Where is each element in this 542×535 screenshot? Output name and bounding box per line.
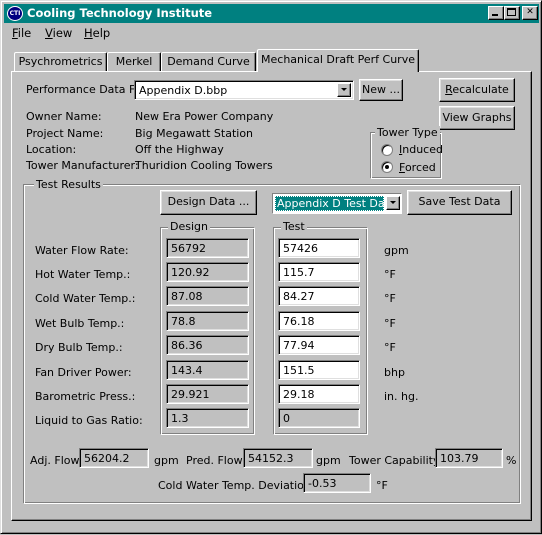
test-data-select-value: Appendix D Test Data [275, 196, 384, 211]
hot-water-temp-label: Hot Water Temp.: [35, 268, 131, 281]
save-test-data-button[interactable]: Save Test Data [407, 190, 512, 215]
radio-induced[interactable] [381, 144, 393, 156]
test-barometric-press-input[interactable]: 29.18 [278, 384, 360, 404]
pred-flow-unit: gpm [316, 454, 341, 467]
adj-flow-label: Adj. Flow: [30, 454, 83, 467]
barometric-press-label: Barometric Press.: [35, 390, 136, 403]
app-window: CTI Cooling Technology Institute ✕ File … [0, 0, 542, 534]
tower-capability-value: 103.79 [435, 448, 503, 468]
design-fan-driver-power: 143.4 [166, 360, 249, 380]
perf-file-label: Performance Data File: [26, 83, 152, 96]
design-wet-bulb-temp: 78.8 [166, 311, 249, 331]
dry-bulb-temp-label: Dry Bulb Temp.: [35, 341, 123, 354]
design-barometric-press: 29.921 [166, 384, 249, 404]
perf-file-value: Appendix D.bbp [139, 84, 228, 97]
pred-flow-value: 54152.3 [243, 448, 313, 468]
chevron-down-icon[interactable] [337, 83, 351, 97]
dry-bulb-temp-unit: °F [384, 341, 396, 354]
tower-type-title: Tower Type [375, 126, 440, 139]
cold-water-temp-deviation-unit: °F [376, 479, 388, 492]
adj-flow-unit: gpm [154, 454, 179, 467]
test-dry-bulb-temp-input[interactable]: 77.94 [278, 335, 360, 355]
wet-bulb-temp-label: Wet Bulb Temp.: [35, 317, 125, 330]
design-water-flow-rate: 56792 [166, 238, 249, 258]
design-group-title: Design [168, 220, 210, 233]
owner-name-value: New Era Power Company [135, 110, 274, 123]
cold-water-temp-deviation-label: Cold Water Temp. Deviation: [158, 479, 315, 492]
design-hot-water-temp: 120.92 [166, 262, 249, 282]
recalculate-button[interactable]: Recalculate [439, 78, 515, 102]
location-label: Location: [26, 143, 77, 156]
project-name-label: Project Name: [26, 127, 104, 140]
test-group-title: Test [281, 220, 307, 233]
new-button[interactable]: New ... [359, 79, 403, 101]
test-data-select[interactable]: Appendix D Test Data [272, 193, 402, 214]
view-graphs-button[interactable]: View Graphs [439, 106, 515, 130]
radio-forced-label: Forced [399, 161, 436, 174]
test-results-title: Test Results [34, 178, 103, 191]
cold-water-temp-unit: °F [384, 292, 396, 305]
test-fan-driver-power-input[interactable]: 151.5 [278, 360, 360, 380]
design-data-button[interactable]: Design Data ... [160, 190, 257, 215]
barometric-press-unit: in. hg. [384, 390, 419, 403]
wet-bulb-temp-unit: °F [384, 317, 396, 330]
tower-capability-unit: % [506, 454, 517, 467]
design-cold-water-temp: 87.08 [166, 286, 249, 306]
water-flow-rate-unit: gpm [384, 244, 409, 257]
cold-water-temp-label: Cold Water Temp.: [35, 292, 136, 305]
radio-forced[interactable] [381, 161, 393, 173]
test-water-flow-rate-input[interactable]: 57426 [278, 238, 360, 258]
radio-induced-label: Induced [399, 143, 443, 156]
fan-driver-power-label: Fan Driver Power: [35, 366, 132, 379]
test-hot-water-temp-input[interactable]: 115.7 [278, 262, 360, 282]
fan-driver-power-unit: bhp [384, 366, 405, 379]
location-value: Off the Highway [135, 143, 224, 156]
design-liquid-to-gas-ratio: 1.3 [166, 408, 249, 428]
tower-capability-label: Tower Capability: [349, 454, 443, 467]
owner-name-label: Owner Name: [26, 110, 102, 123]
test-wet-bulb-temp-input[interactable]: 76.18 [278, 311, 360, 331]
chevron-down-icon[interactable] [386, 196, 400, 210]
liquid-to-gas-ratio-label: Liquid to Gas Ratio: [35, 414, 143, 427]
water-flow-rate-label: Water Flow Rate: [35, 244, 129, 257]
project-name-value: Big Megawatt Station [135, 127, 254, 140]
tower-manufacturer-value: Thuridion Cooling Towers [135, 159, 273, 172]
test-liquid-to-gas-ratio: 0 [278, 408, 360, 428]
design-dry-bulb-temp: 86.36 [166, 335, 249, 355]
hot-water-temp-unit: °F [384, 268, 396, 281]
adj-flow-value: 56204.2 [79, 448, 149, 468]
perf-file-select[interactable]: Appendix D.bbp [134, 80, 354, 100]
tower-manufacturer-label: Tower Manufacturer: [26, 159, 139, 172]
cold-water-temp-deviation-value: -0.53 [303, 473, 371, 493]
pred-flow-label: Pred. Flow: [186, 454, 246, 467]
test-cold-water-temp-input[interactable]: 84.27 [278, 286, 360, 306]
